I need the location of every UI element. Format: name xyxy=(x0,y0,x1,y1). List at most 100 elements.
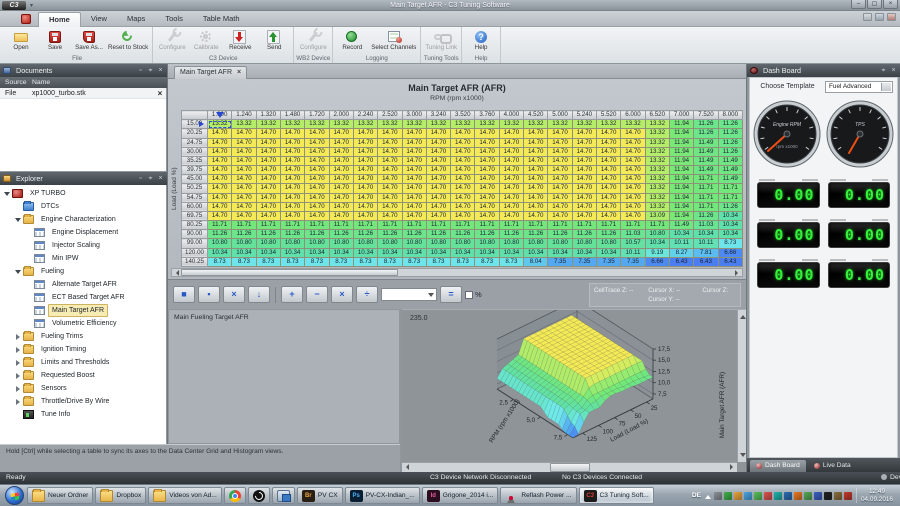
grid-cell[interactable]: 14.70 xyxy=(621,184,645,193)
grid-cell[interactable]: 10.34 xyxy=(280,248,304,257)
grid-cell[interactable]: 14.70 xyxy=(572,184,596,193)
scroll-right-icon[interactable] xyxy=(730,464,736,470)
grid-cell[interactable]: 14.70 xyxy=(378,202,402,211)
tray-icon[interactable] xyxy=(764,492,772,500)
grid-cell[interactable]: 14.70 xyxy=(329,193,353,202)
grid-cell[interactable]: 13.32 xyxy=(597,120,621,129)
rpm-column-header[interactable]: 1.480 xyxy=(280,111,304,120)
rpm-column-header[interactable]: 8.000 xyxy=(718,111,742,120)
grid-cell[interactable]: 13.32 xyxy=(353,120,377,129)
grid-cell[interactable]: 11.71 xyxy=(572,221,596,230)
grid-cell[interactable]: 14.70 xyxy=(353,211,377,220)
grid-cell[interactable]: 14.70 xyxy=(548,202,572,211)
grid-cell[interactable]: 10.11 xyxy=(669,239,693,248)
tray-icon[interactable] xyxy=(814,492,822,500)
taskbar-item-videos-von-ad[interactable]: Videos von Ad... xyxy=(148,487,222,504)
grid-cell[interactable]: 14.70 xyxy=(548,211,572,220)
grid-cell[interactable]: 10.80 xyxy=(524,239,548,248)
rpm-column-header[interactable]: 4.520 xyxy=(524,111,548,120)
surface-plot[interactable]: 17,515,012,510,07,52,55,07,5255075100125… xyxy=(402,310,736,462)
rpm-column-header[interactable]: 4.000 xyxy=(499,111,523,120)
rpm-column-header[interactable]: 6.520 xyxy=(645,111,669,120)
equals-button[interactable]: = xyxy=(440,286,462,303)
tree-item-ect-based-target-afr[interactable]: ECT Based Target AFR xyxy=(0,291,166,304)
grid-cell[interactable]: 11.26 xyxy=(718,202,742,211)
grid-cell[interactable]: 14.70 xyxy=(426,211,450,220)
grid-cell[interactable]: 11.94 xyxy=(669,202,693,211)
grid-cell[interactable]: 11.94 xyxy=(669,138,693,147)
scrollbar-thumb[interactable] xyxy=(181,269,398,276)
grid-cell[interactable]: 14.70 xyxy=(572,211,596,220)
chevron-right-icon[interactable] xyxy=(14,333,22,341)
grid-cell[interactable]: 14.70 xyxy=(208,175,232,184)
tray-icon[interactable] xyxy=(784,492,792,500)
taskbar-item-item[interactable] xyxy=(272,487,295,504)
scroll-left-icon[interactable] xyxy=(173,270,179,276)
tray-icon[interactable] xyxy=(734,492,742,500)
grid-cell[interactable]: 11.71 xyxy=(645,221,669,230)
percent-toggle[interactable]: % xyxy=(465,290,482,299)
grid-cell[interactable]: 10.80 xyxy=(329,239,353,248)
grid-cell[interactable]: 8.73 xyxy=(499,257,523,266)
mini-tool-icon[interactable] xyxy=(863,13,872,21)
load-row-header[interactable]: 80.25 xyxy=(182,221,208,230)
minus-button[interactable]: − xyxy=(306,286,328,303)
close-document-icon[interactable]: × xyxy=(154,89,166,98)
grid-cell[interactable]: 10.34 xyxy=(232,248,256,257)
grid-cell[interactable]: 8.73 xyxy=(256,257,280,266)
pin-icon[interactable]: ⌖ xyxy=(147,175,154,182)
taskbar-item-item[interactable] xyxy=(248,487,270,504)
grid-cell[interactable]: 14.70 xyxy=(378,156,402,165)
grid-cell[interactable]: 11.71 xyxy=(256,221,280,230)
grid-cell[interactable]: 11.71 xyxy=(305,221,329,230)
grid-cell[interactable]: 14.70 xyxy=(572,147,596,156)
grid-cell[interactable]: 14.70 xyxy=(256,156,280,165)
grid-cell[interactable]: 14.70 xyxy=(280,147,304,156)
tray-icon[interactable] xyxy=(804,492,812,500)
send-button[interactable]: Send xyxy=(257,28,291,55)
grid-cell[interactable]: 13.32 xyxy=(645,129,669,138)
grid-cell[interactable]: 14.70 xyxy=(621,202,645,211)
save-as-button[interactable]: Save As... xyxy=(72,28,106,55)
grid-cell[interactable]: 14.70 xyxy=(572,156,596,165)
grid-cell[interactable]: 14.70 xyxy=(232,175,256,184)
grid-cell[interactable]: 8.73 xyxy=(353,257,377,266)
grid-cell[interactable]: 14.70 xyxy=(402,202,426,211)
grid-cell[interactable]: 11.26 xyxy=(572,230,596,239)
grid-cell[interactable]: 14.70 xyxy=(305,138,329,147)
grid-cell[interactable]: 7.35 xyxy=(572,257,596,266)
grid-cell[interactable]: 11.26 xyxy=(232,230,256,239)
close-panel-icon[interactable]: × xyxy=(157,175,164,182)
taskbar-item-dropbox[interactable]: Dropbox xyxy=(95,487,146,504)
grid-cell[interactable]: 11.26 xyxy=(694,211,718,220)
language-indicator[interactable]: DE xyxy=(690,492,703,499)
chevron-right-icon[interactable] xyxy=(14,346,22,354)
grid-cell[interactable]: 14.70 xyxy=(597,129,621,138)
grid-cell[interactable]: 11.71 xyxy=(499,221,523,230)
plus-button[interactable]: + xyxy=(281,286,303,303)
grid-cell[interactable]: 14.70 xyxy=(280,184,304,193)
mini-tool-icon[interactable] xyxy=(875,13,884,21)
load-row-header[interactable]: 50.25 xyxy=(182,184,208,193)
grid-cell[interactable]: 14.70 xyxy=(572,138,596,147)
chevron-right-icon[interactable] xyxy=(14,385,22,393)
grid-cell[interactable]: 6.43 xyxy=(669,257,693,266)
grid-cell[interactable]: 11.71 xyxy=(402,221,426,230)
explorer-panel-header[interactable]: Explorer ▫⌖× xyxy=(0,172,167,185)
grid-cell[interactable]: 14.70 xyxy=(256,138,280,147)
grid-cell[interactable]: 8.73 xyxy=(451,257,475,266)
grid-cell[interactable]: 11.49 xyxy=(694,166,718,175)
grid-cell[interactable]: 11.26 xyxy=(451,230,475,239)
grid-cell[interactable]: 14.70 xyxy=(378,193,402,202)
grid-cell[interactable]: 11.26 xyxy=(718,120,742,129)
grid-cell[interactable]: 14.70 xyxy=(378,129,402,138)
grid-cell[interactable]: 14.70 xyxy=(426,175,450,184)
grid-cell[interactable]: 10.34 xyxy=(548,248,572,257)
grid-cell[interactable]: 14.70 xyxy=(232,202,256,211)
grid-cell[interactable]: 14.70 xyxy=(451,211,475,220)
receive-button[interactable]: Receive xyxy=(223,28,257,55)
rpm-column-header[interactable]: 2.000 xyxy=(329,111,353,120)
grid-cell[interactable]: 10.34 xyxy=(669,230,693,239)
grid-cell[interactable]: 14.70 xyxy=(329,147,353,156)
grid-cell[interactable]: 6.43 xyxy=(694,257,718,266)
